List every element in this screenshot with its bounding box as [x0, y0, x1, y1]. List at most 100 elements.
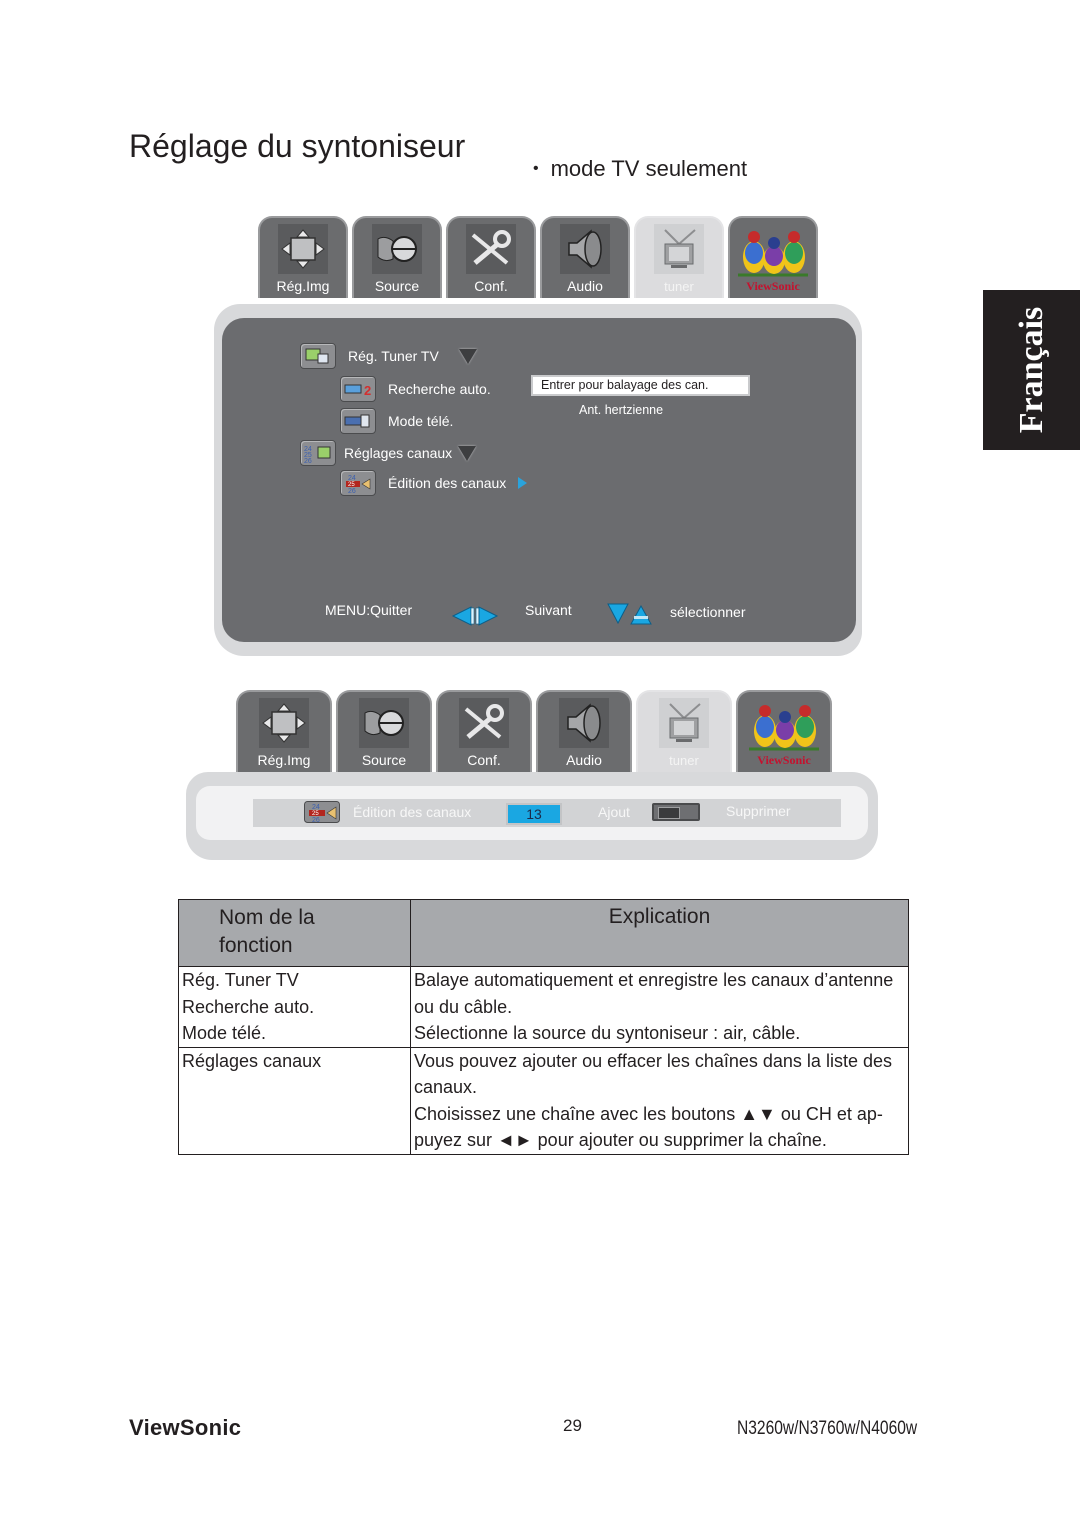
- cell-line: Mode télé.: [182, 1023, 267, 1043]
- menu-item-edition-canaux[interactable]: 24 25 26 Édition des canaux: [340, 470, 528, 496]
- svg-text:26: 26: [348, 488, 356, 493]
- tv-antenna-icon: [654, 224, 704, 274]
- tuner-settings-icon: [300, 343, 336, 369]
- cell-line: ou du câble.: [414, 996, 513, 1017]
- submenu-arrow-icon: [518, 477, 528, 489]
- tv-antenna-icon: [659, 698, 709, 748]
- delete-label: Supprimer: [726, 803, 791, 819]
- next-hint: Suivant: [525, 602, 572, 618]
- left-right-arrows-icon: [451, 605, 499, 632]
- expand-arrow-icon: [458, 445, 477, 461]
- svg-text:26: 26: [312, 817, 320, 823]
- cell-line: Recherche auto.: [182, 996, 315, 1017]
- tab-conf[interactable]: Conf.: [436, 690, 532, 772]
- select-hint: sélectionner: [670, 604, 746, 620]
- hint-box: Entrer pour balayage des can.: [531, 375, 750, 396]
- tab-label: tuner: [664, 279, 694, 294]
- channel-edit-icon: 24 25 26: [340, 470, 376, 496]
- table-cell-explanation: Balaye automatiquement et enregistre les…: [410, 966, 909, 1048]
- header-explanation: Explication: [410, 899, 909, 967]
- svg-text:24: 24: [312, 804, 320, 811]
- tab-label: Rég.Img: [276, 278, 330, 294]
- page-title: Réglage du syntoniseur: [129, 128, 466, 164]
- add-label: Ajout: [598, 804, 630, 820]
- viewsonic-birds-logo: [736, 222, 810, 282]
- hint-source: Ant. hertzienne: [579, 403, 664, 417]
- subtitle: • mode TV seulement: [533, 156, 747, 182]
- tab-label: Audio: [567, 278, 603, 294]
- move-arrows-icon: [278, 224, 328, 274]
- cell-line: canaux.: [414, 1077, 478, 1097]
- tab-label: ViewSonic: [757, 753, 811, 767]
- svg-text:2: 2: [364, 383, 371, 397]
- cell-line: Réglages canaux: [182, 1050, 322, 1071]
- speaker-icon: [560, 224, 610, 274]
- tab-source[interactable]: Source: [336, 690, 432, 772]
- channel-edit-icon: 24 25 26: [304, 801, 340, 828]
- tab-source[interactable]: Source: [352, 216, 442, 298]
- tab-reg-img[interactable]: Rég.Img: [258, 216, 348, 298]
- tab-label: Conf.: [474, 278, 508, 294]
- cell-line: puyez sur ◄► pour ajouter ou supprimer l…: [414, 1130, 827, 1150]
- tab-audio[interactable]: Audio: [536, 690, 632, 772]
- tab-label: Conf.: [467, 752, 501, 768]
- table-cell-explanation: Vous pouvez ajouter ou effacer les chaîn…: [410, 1046, 909, 1155]
- channel-edit-label: Édition des canaux: [353, 804, 472, 820]
- cell-line: Sélectionne la source du syntoniseur : a…: [414, 1023, 801, 1043]
- table-header-row: Nom de la fonction Explication: [178, 899, 909, 967]
- tools-icon: [466, 224, 516, 274]
- header-line: fonction: [219, 934, 293, 957]
- tab-label: ViewSonic: [746, 279, 800, 293]
- channel-edit-bar: 24 25 26 Édition des canaux 13 Ajout Suppr…: [253, 799, 841, 827]
- channel-number-field[interactable]: 13: [506, 803, 562, 825]
- menu-item-label: Rég. Tuner TV: [348, 348, 439, 364]
- table-row: Rég. Tuner TV Recherche auto. Mode télé.…: [178, 966, 909, 1048]
- tab-tuner[interactable]: tuner: [636, 690, 732, 772]
- language-tab-label: Français: [1012, 306, 1050, 434]
- tab-label: tuner: [669, 753, 699, 768]
- menu-item-mode-tele[interactable]: Mode télé.: [340, 408, 453, 434]
- page-number: 29: [563, 1416, 582, 1435]
- header-function-name: Nom de la fonction: [178, 899, 411, 967]
- cell-line: Vous pouvez ajouter ou effacer les chaîn…: [414, 1050, 892, 1071]
- viewsonic-birds-logo: [747, 696, 821, 756]
- tab-viewsonic[interactable]: ViewSonic: [728, 216, 818, 298]
- cell-line: Rég. Tuner TV: [182, 970, 299, 990]
- table-cell-name: Rég. Tuner TV Recherche auto. Mode télé.: [178, 966, 411, 1047]
- osd-tab-bar-2: Rég.Img Source Conf. Audio tuner ViewSon…: [236, 690, 832, 772]
- bullet-icon: •: [533, 160, 539, 177]
- tab-reg-img[interactable]: Rég.Img: [236, 690, 332, 772]
- header-line: Nom de la: [219, 906, 315, 929]
- menu-item-reg-tuner-tv[interactable]: Rég. Tuner TV: [300, 343, 477, 369]
- cell-line: Balaye automatiquement et enregistre les…: [414, 970, 894, 990]
- tab-label: Rég.Img: [257, 752, 311, 768]
- speaker-icon: [559, 698, 609, 748]
- move-arrows-icon: [259, 698, 309, 748]
- menu-item-label: Édition des canaux: [388, 475, 507, 491]
- connector-icon: [372, 224, 422, 274]
- menu-item-recherche-auto[interactable]: 2 Recherche auto.: [340, 376, 491, 402]
- osd-tab-bar: Rég.Img Source Conf. Audio tuner ViewSon…: [258, 216, 818, 298]
- up-down-arrows-icon: [607, 602, 653, 631]
- tab-label: Source: [374, 278, 420, 294]
- function-table: Nom de la fonction Explication Rég. Tuner…: [178, 899, 909, 1155]
- channel-settings-icon: 24 25 26: [300, 440, 336, 466]
- cell-line: Choisissez une chaîne avec les boutons ▲…: [414, 1103, 883, 1124]
- menu-item-reglages-canaux[interactable]: 24 25 26 Réglages canaux: [300, 440, 477, 466]
- tab-tuner[interactable]: tuner: [634, 216, 724, 298]
- model-numbers: N3260w/N3760w/N4060w: [737, 1418, 918, 1439]
- connector-icon: [359, 698, 409, 748]
- tab-label: Audio: [566, 752, 602, 768]
- expand-arrow-icon: [458, 348, 477, 364]
- tab-viewsonic[interactable]: ViewSonic: [736, 690, 832, 772]
- table-cell-name: Réglages canaux: [178, 1046, 411, 1155]
- footer-brand: ViewSonic: [129, 1415, 242, 1440]
- table-row: Réglages canaux Vous pouvez ajouter ou e…: [178, 1046, 909, 1155]
- tv-mode-icon: [340, 408, 376, 434]
- tab-audio[interactable]: Audio: [540, 216, 630, 298]
- add-delete-toggle[interactable]: [652, 803, 700, 821]
- svg-text:24: 24: [348, 475, 356, 482]
- tab-conf[interactable]: Conf.: [446, 216, 536, 298]
- auto-search-icon: 2: [340, 376, 376, 402]
- menu-quit-hint: MENU:Quitter: [325, 602, 413, 618]
